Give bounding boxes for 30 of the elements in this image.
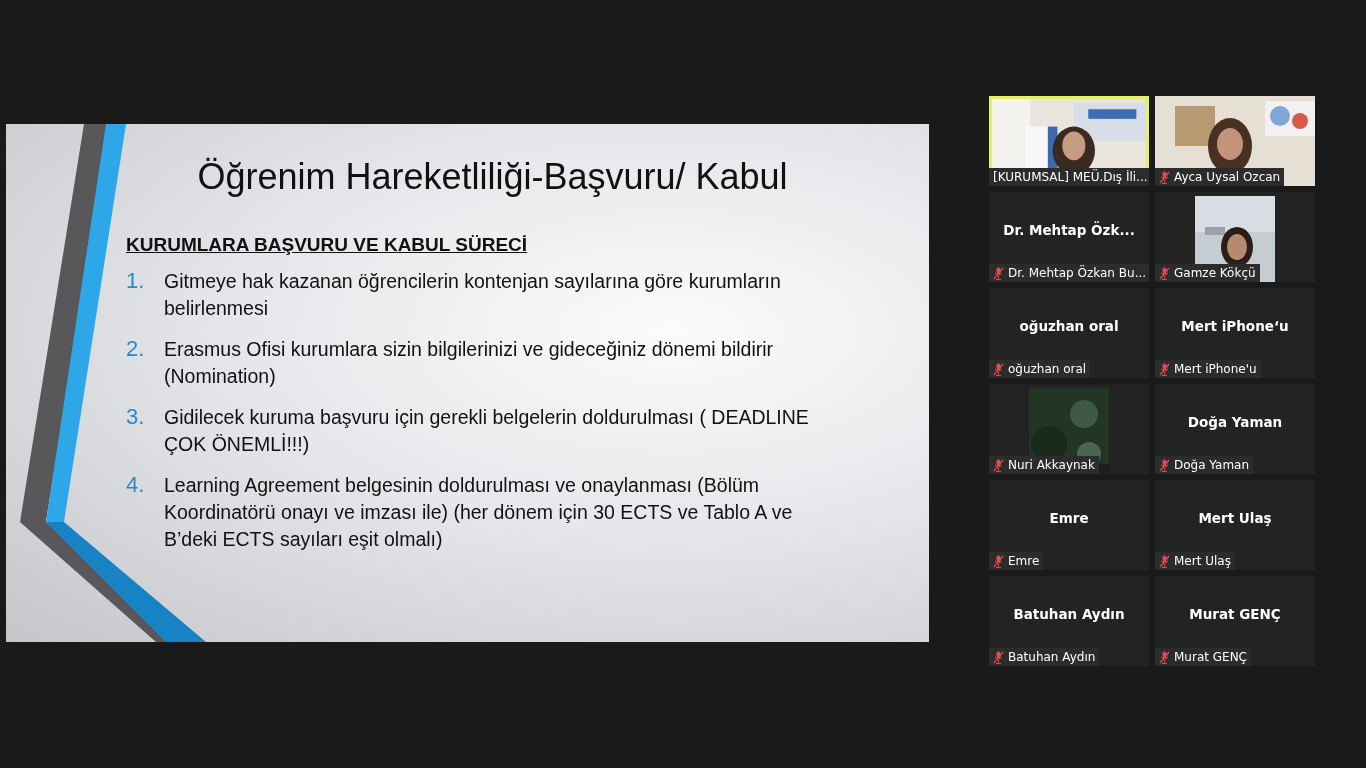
item-text: Gidilecek kuruma başvuru için gerekli belgelerin doldurulması ( DEADLINE ÇOK ÖNEMLİ!!!) <box>164 405 810 457</box>
participant-name-label: [KURUMSAL] MEÜ.Dış İli... <box>993 170 1148 184</box>
participant-name-label: Nuri Akkaynak <box>1008 458 1095 472</box>
participant-name-label: Doğa Yaman <box>1174 458 1250 472</box>
item-text: Erasmus Ofisi kurumlara sizin bilgilerinizi ve gideceğiniz dönemi bildirir (Nomination) <box>164 337 775 389</box>
participant-name: Emre <box>1048 510 1090 526</box>
participant-name-label: Gamze Kökçü <box>1174 266 1256 280</box>
item-number: 1. <box>126 268 146 295</box>
participant-name: Murat GENÇ <box>1188 606 1282 622</box>
participant-name: Batuhan Aydın <box>1012 606 1126 622</box>
participant-name-label: Murat GENÇ <box>1174 650 1247 664</box>
item-text: Gitmeye hak kazanan öğrencilerin kontenjan sayılarına göre kurumların belirlenmesi <box>164 269 782 321</box>
item-number: 2. <box>126 336 146 363</box>
participant-name-label: Dr. Mehtap Özkan Bu... <box>1008 266 1147 280</box>
participant-name-label: Batuhan Aydın <box>1008 650 1096 664</box>
participant-name-label: Mert Ulaş <box>1174 554 1231 568</box>
slide-title: Öğrenim Hareketliliği-Başvuru/ Kabul <box>196 156 789 198</box>
participant-name: oğuzhan oral <box>1018 318 1120 334</box>
item-number: 4. <box>126 472 146 499</box>
participant-name: Mert Ulaş <box>1197 510 1273 526</box>
participant-name-label: Ayca Uysal Ozcan <box>1174 170 1281 184</box>
participant-name: Doğa Yaman <box>1186 414 1284 430</box>
participant-name-label: Emre <box>1008 554 1040 568</box>
participant-name: Mert iPhone‘u <box>1180 318 1290 334</box>
item-number: 3. <box>126 404 146 431</box>
participant-name-label: Mert iPhone'u <box>1174 362 1257 376</box>
participant-name: Dr. Mehtap Özk... <box>1002 222 1136 238</box>
slide-heading: KURUMLARA BAŞVURU VE KABUL SÜRECİ <box>126 234 528 256</box>
item-text: Learning Agreement belgesinin doldurulması ve onaylanması (Bölüm Koordinatörü onayı ve imzası ile) (her dönem için 30 ECTS ve Tablo A ve B’deki ECTS sayıları eşit olmalı) <box>164 473 794 552</box>
participant-name-label: oğuzhan oral <box>1008 362 1087 376</box>
